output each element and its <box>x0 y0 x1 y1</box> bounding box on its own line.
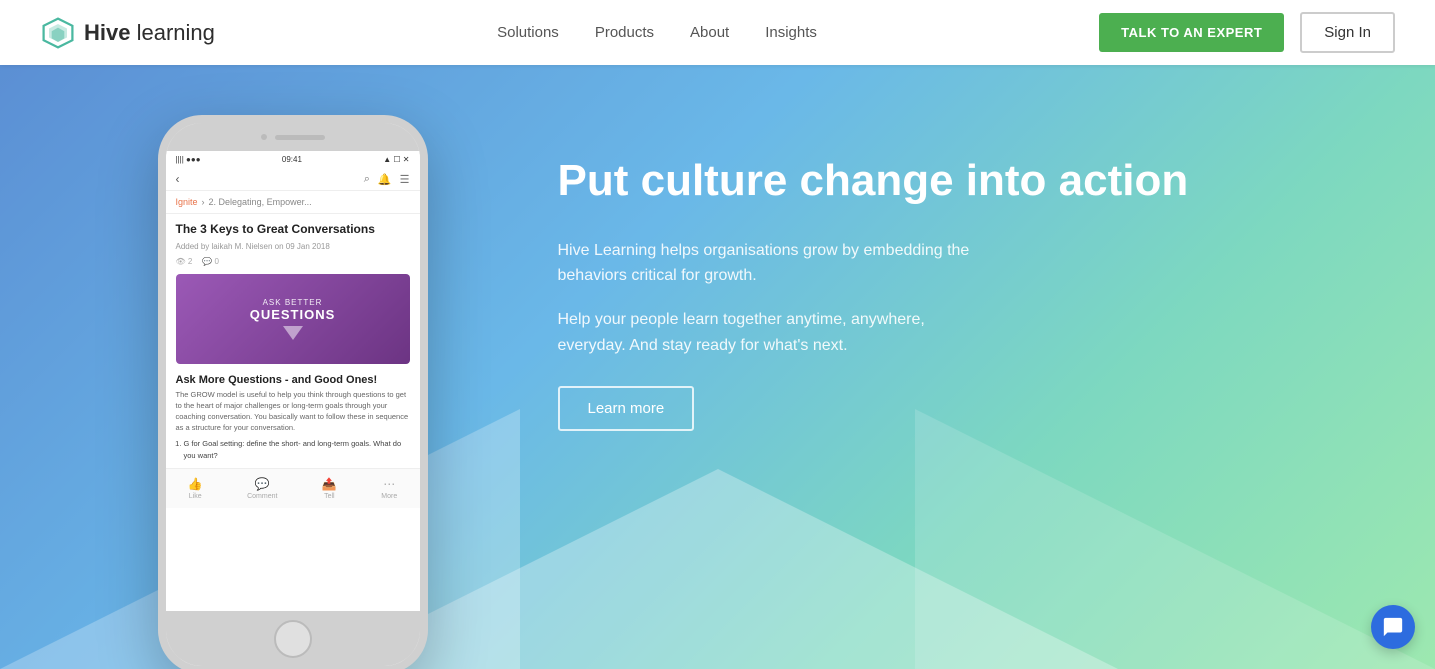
phone-menu-icon[interactable]: ☰ <box>400 173 410 186</box>
logo-icon <box>40 15 76 51</box>
chat-icon <box>1382 616 1404 638</box>
phone-tell-icon: 📤 <box>322 477 337 491</box>
hero-headline: Put culture change into action <box>558 155 1278 208</box>
hero-description-1: Hive Learning helps organisations grow b… <box>558 238 978 289</box>
nav-insights[interactable]: Insights <box>765 24 817 41</box>
phone-mockup: |||| ●●● 09:41 ▲ ☐ ✕ ‹ ⌕ 🔔 ☰ <box>158 115 428 669</box>
phone-bottom-comment[interactable]: 💬 Comment <box>247 477 277 500</box>
phone-more-label: More <box>381 493 397 500</box>
phone-like-label: Like <box>189 493 202 500</box>
logo-text: Hive learning <box>84 20 215 46</box>
phone-more-icon: ⋯ <box>383 477 395 491</box>
phone-article-meta: Added by laikah M. Nielsen on 09 Jan 201… <box>166 240 420 253</box>
phone-breadcrumb-sep: › <box>202 197 205 207</box>
phone-card-image: ASK BETTER QUESTIONS <box>176 274 410 364</box>
header: Hive learning Solutions Products About I… <box>0 0 1435 65</box>
hero-section: |||| ●●● 09:41 ▲ ☐ ✕ ‹ ⌕ 🔔 ☰ <box>0 65 1435 669</box>
nav-products[interactable]: Products <box>595 24 654 41</box>
hero-text: Put culture change into action Hive Lear… <box>558 125 1278 431</box>
nav-solutions[interactable]: Solutions <box>497 24 559 41</box>
sign-in-button[interactable]: Sign In <box>1300 12 1395 53</box>
talk-to-expert-button[interactable]: TALK TO AN EXPERT <box>1099 13 1284 52</box>
phone-content-list: G for Goal setting: define the short- an… <box>166 434 420 462</box>
phone-section: |||| ●●● 09:41 ▲ ☐ ✕ ‹ ⌕ 🔔 ☰ <box>158 115 498 669</box>
phone-nav-bar: ‹ ⌕ 🔔 ☰ <box>166 168 420 191</box>
phone-camera <box>261 134 267 140</box>
phone-tell-label: Tell <box>324 493 335 500</box>
phone-comment-label: Comment <box>247 493 277 500</box>
phone-card-arrow <box>283 326 303 340</box>
nav: Solutions Products About Insights <box>497 24 817 41</box>
phone-bottom-bar: 👍 Like 💬 Comment 📤 Tell ⋯ <box>166 468 420 508</box>
phone-content-text: The GROW model is useful to help you thi… <box>166 389 420 434</box>
phone-nav-icons: ⌕ 🔔 ☰ <box>364 173 410 186</box>
phone-content-title: Ask More Questions - and Good Ones! <box>166 368 420 389</box>
hero-content: |||| ●●● 09:41 ▲ ☐ ✕ ‹ ⌕ 🔔 ☰ <box>118 65 1318 669</box>
phone-comment-icon: 💬 <box>255 477 270 491</box>
phone-views: 👁 2 <box>176 257 193 266</box>
hero-description-2: Help your people learn together anytime,… <box>558 307 978 358</box>
header-actions: TALK TO AN EXPERT Sign In <box>1099 12 1395 53</box>
phone-back-icon[interactable]: ‹ <box>176 172 180 186</box>
phone-article-title: The 3 Keys to Great Conversations <box>166 214 420 240</box>
phone-bottom-more[interactable]: ⋯ More <box>381 477 397 500</box>
phone-card-subtitle: ASK BETTER <box>263 298 323 307</box>
phone-speaker <box>275 135 325 140</box>
phone-bottom-like[interactable]: 👍 Like <box>188 477 203 500</box>
phone-status-bar: |||| ●●● 09:41 ▲ ☐ ✕ <box>166 151 420 168</box>
learn-more-button[interactable]: Learn more <box>558 386 695 431</box>
phone-top-bar <box>166 123 420 151</box>
phone-time: 09:41 <box>282 155 302 164</box>
phone-breadcrumb-part1: Ignite <box>176 197 198 207</box>
nav-about[interactable]: About <box>690 24 729 41</box>
phone-list-item-1: G for Goal setting: define the short- an… <box>184 438 410 462</box>
phone-battery: ▲ ☐ ✕ <box>383 155 409 164</box>
phone-breadcrumb: Ignite › 2. Delegating, Empower... <box>166 191 420 214</box>
phone-article-stats: 👁 2 💬 0 <box>166 253 420 270</box>
chat-bubble-button[interactable] <box>1371 605 1415 649</box>
phone-screen: |||| ●●● 09:41 ▲ ☐ ✕ ‹ ⌕ 🔔 ☰ <box>166 151 420 611</box>
phone-card-title: QUESTIONS <box>250 307 336 322</box>
phone-bottom-tell[interactable]: 📤 Tell <box>322 477 337 500</box>
phone-breadcrumb-part2: 2. Delegating, Empower... <box>209 197 312 207</box>
phone-home-bar <box>166 611 420 666</box>
phone-home-button[interactable] <box>274 620 312 658</box>
phone-like-icon: 👍 <box>188 477 203 491</box>
logo[interactable]: Hive learning <box>40 15 215 51</box>
phone-signal: |||| ●●● <box>176 155 201 164</box>
phone-bell-icon[interactable]: 🔔 <box>378 173 392 186</box>
phone-comments-count: 💬 0 <box>202 257 219 266</box>
phone-search-icon[interactable]: ⌕ <box>364 173 370 186</box>
